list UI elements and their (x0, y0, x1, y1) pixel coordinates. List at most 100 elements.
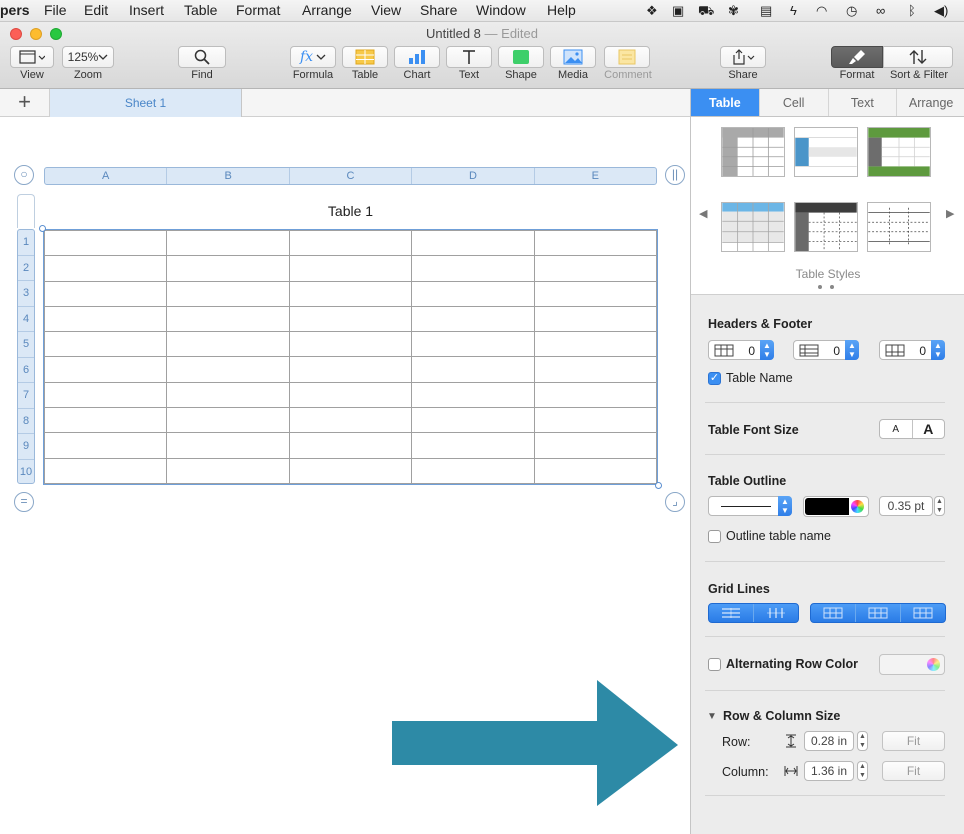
menu-table[interactable]: Table (184, 2, 217, 18)
table-style-thumbnail-1[interactable] (721, 127, 785, 177)
table-cell-b2[interactable] (166, 255, 290, 282)
table-cell-b1[interactable] (166, 229, 290, 257)
menu-arrange[interactable]: Arrange (302, 2, 352, 18)
menu-window[interactable]: Window (476, 2, 526, 18)
header-rows-arrows[interactable]: ▲ ▼ (760, 340, 774, 360)
table-cell-c9[interactable] (288, 432, 413, 459)
alternating-row-color-checkbox[interactable] (708, 658, 721, 671)
disclosure-triangle-icon[interactable]: ▼ (707, 711, 717, 722)
column-header-c[interactable]: C (290, 168, 413, 184)
outline-style-arrows[interactable]: ▲ ▼ (778, 496, 792, 516)
table-cell-d2[interactable] (411, 255, 535, 282)
fit-column-button[interactable]: Fit (882, 761, 945, 781)
color-wheel-icon[interactable] (851, 500, 864, 513)
footer-gridlines-button[interactable] (901, 604, 945, 622)
alternating-color-well[interactable] (879, 654, 945, 675)
table-cell-b7[interactable] (166, 381, 290, 409)
row-header-10[interactable]: 10 (18, 460, 34, 486)
next-styles-icon[interactable]: ▶ (946, 207, 954, 220)
row-header-9[interactable]: 9 (18, 434, 34, 460)
comment-button[interactable] (604, 46, 650, 68)
table-cell-d9[interactable] (411, 432, 535, 459)
tab-sheet-1[interactable]: Sheet 1 (50, 89, 242, 117)
table-button[interactable] (342, 46, 388, 68)
format-button[interactable] (831, 46, 883, 68)
tab-arrange[interactable]: Arrange (897, 89, 964, 116)
table-cell-d5[interactable] (411, 331, 535, 358)
table-style-thumbnail-4[interactable] (721, 202, 785, 252)
row-header-3[interactable]: 3 (18, 281, 34, 307)
table-cell-d8[interactable] (411, 407, 535, 434)
menu-format[interactable]: Format (236, 2, 280, 18)
table-cell-a1[interactable] (43, 229, 168, 257)
media-button[interactable] (550, 46, 596, 68)
share-button[interactable] (720, 46, 766, 68)
table-cell-a5[interactable] (43, 331, 168, 358)
table-cell-c3[interactable] (288, 280, 413, 307)
color-wheel-icon[interactable] (927, 658, 940, 671)
tab-cell[interactable]: Cell (760, 89, 829, 116)
vertical-gridlines-button[interactable] (754, 604, 798, 622)
view-button[interactable] (10, 46, 54, 68)
resize-table-handle[interactable]: ⌟ (665, 492, 685, 512)
outline-width-stepper[interactable]: ▲ ▼ (934, 496, 945, 516)
text-button[interactable] (446, 46, 492, 68)
outline-color-well[interactable] (803, 496, 869, 517)
column-header-e[interactable]: E (535, 168, 656, 184)
column-header-b[interactable]: B (167, 168, 290, 184)
menu-app-name[interactable]: pers (0, 2, 30, 18)
zoom-select[interactable]: 125% (62, 46, 114, 68)
menu-help[interactable]: Help (547, 2, 576, 18)
tab-table[interactable]: Table (691, 89, 760, 116)
table-cell-a8[interactable] (43, 407, 168, 434)
row-header-5[interactable]: 5 (18, 332, 34, 358)
table-cell-e3[interactable] (533, 280, 658, 307)
add-row-handle[interactable]: = (14, 492, 34, 512)
row-header-4[interactable]: 4 (18, 307, 34, 332)
table-title[interactable]: Table 1 (44, 203, 657, 219)
row-header-8[interactable]: 8 (18, 409, 34, 434)
bluetooth-icon[interactable]: ᛒ (908, 3, 916, 19)
table-cell-b10[interactable] (166, 457, 290, 485)
table-cell-a6[interactable] (43, 356, 168, 383)
table-style-thumbnail-2[interactable] (794, 127, 858, 177)
table-cell-a10[interactable] (43, 457, 168, 485)
table-style-thumbnail-3[interactable] (867, 127, 931, 177)
row-header-6[interactable]: 6 (18, 358, 34, 383)
fit-row-button[interactable]: Fit (882, 731, 945, 751)
resize-handle-top-left[interactable] (39, 225, 46, 232)
menu-insert[interactable]: Insert (129, 2, 164, 18)
table-cell-e7[interactable] (533, 381, 658, 409)
header-columns-arrows[interactable]: ▲ ▼ (845, 340, 859, 360)
column-width-field[interactable]: 1.36 in (804, 761, 854, 781)
table-cell-d10[interactable] (411, 457, 535, 485)
row-header-1[interactable]: 1 (18, 230, 34, 256)
formula-button[interactable]: fx (290, 46, 336, 68)
wifi-icon[interactable]: ◠ (816, 3, 827, 19)
header-row-tab[interactable] (17, 194, 35, 228)
page-dot-1[interactable] (818, 285, 822, 289)
increase-font-size-button[interactable]: A (913, 420, 945, 438)
header-columns-stepper[interactable]: 0 ▲ ▼ (793, 340, 859, 360)
select-table-handle[interactable]: ○ (14, 165, 34, 185)
header-row-gridlines-button[interactable] (811, 604, 856, 622)
horizontal-gridlines-button[interactable] (709, 604, 754, 622)
column-width-stepper[interactable]: ▲ ▼ (857, 761, 868, 781)
binoculars-icon[interactable]: ∞ (876, 3, 885, 19)
table-cell-e1[interactable] (533, 229, 658, 257)
menu-view[interactable]: View (371, 2, 401, 18)
truck-icon[interactable]: ⛟ (698, 3, 714, 19)
table-cells[interactable] (43, 229, 658, 485)
outline-width-field[interactable]: 0.35 pt (879, 496, 933, 516)
table-cell-c4[interactable] (288, 305, 413, 333)
table-cell-b8[interactable] (166, 407, 290, 434)
add-column-handle[interactable]: || (665, 165, 685, 185)
row-header-7[interactable]: 7 (18, 383, 34, 409)
previous-styles-icon[interactable]: ◀ (699, 207, 707, 220)
table-cell-d3[interactable] (411, 280, 535, 307)
table-cell-d4[interactable] (411, 305, 535, 333)
find-button[interactable] (178, 46, 226, 68)
table-cell-e2[interactable] (533, 255, 658, 282)
footer-rows-stepper[interactable]: 0 ▲ ▼ (879, 340, 945, 360)
table-cell-c7[interactable] (288, 381, 413, 409)
